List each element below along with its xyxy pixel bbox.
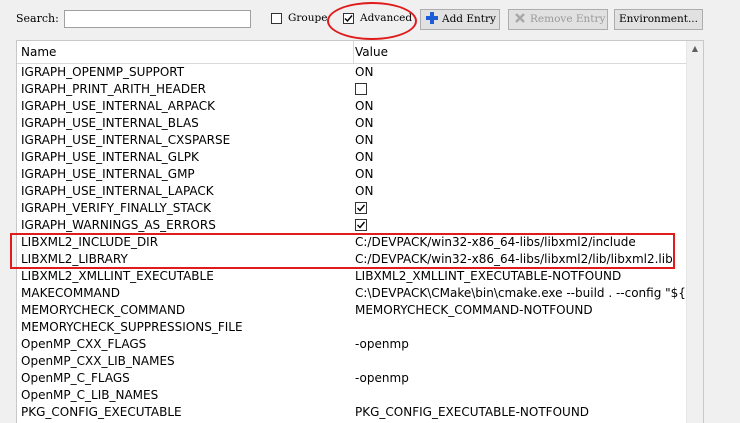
row-name: MEMORYCHECK_COMMAND [21,303,186,317]
row-name: IGRAPH_USE_INTERNAL_BLAS [21,116,199,130]
row-value[interactable]: LIBXML2_XMLLINT_EXECUTABLE-NOTFOUND [355,268,687,285]
advanced-checkbox[interactable] [343,13,354,24]
environment-button[interactable]: Environment... [614,9,703,30]
grouped-label: Groupe [288,12,328,24]
table-body: IGRAPH_OPENMP_SUPPORT ON IGRAPH_PRINT_ARIT… [17,64,689,421]
grouped-checkbox[interactable] [271,13,282,24]
row-value[interactable]: ON [355,64,687,81]
row-name: LIBXML2_LIBRARY [21,252,128,266]
row-name: OpenMP_CXX_LIB_NAMES [21,354,175,368]
row-value[interactable]: ON [355,149,687,166]
row-name: IGRAPH_OPENMP_SUPPORT [21,65,185,79]
add-entry-label: Add Entry [442,13,496,25]
table-row[interactable]: IGRAPH_PRINT_ARITH_HEADER [17,81,689,98]
advanced-label: Advanced [360,12,413,24]
row-value[interactable]: C:/DEVPACK/win32-x86_64-libs/libxml2/inc… [355,234,687,251]
column-header-value[interactable]: Value [351,41,685,63]
table-row[interactable]: OpenMP_CXX_LIB_NAMES [17,353,689,370]
table-row[interactable]: IGRAPH_USE_INTERNAL_BLAS ON [17,115,689,132]
row-value[interactable] [355,319,687,336]
value-checkbox[interactable] [355,219,367,231]
row-name: OpenMP_C_FLAGS [21,371,130,385]
row-value[interactable]: -openmp [355,336,687,353]
row-name: IGRAPH_USE_INTERNAL_GLPK [21,150,199,164]
row-value[interactable]: C:\DEVPACK\CMake\bin\cmake.exe --build .… [355,285,687,302]
row-value[interactable]: ON [355,166,687,183]
search-input[interactable] [64,10,251,28]
row-value[interactable]: PKG_CONFIG_EXECUTABLE-NOTFOUND [355,404,687,421]
table-row[interactable]: IGRAPH_USE_INTERNAL_GLPK ON [17,149,689,166]
table-row[interactable]: IGRAPH_VERIFY_FINALLY_STACK [17,200,689,217]
row-name: MEMORYCHECK_SUPPRESSIONS_FILE [21,320,243,334]
table-row[interactable]: OpenMP_CXX_FLAGS -openmp [17,336,689,353]
table-row[interactable]: MEMORYCHECK_SUPPRESSIONS_FILE [17,319,689,336]
row-name: IGRAPH_PRINT_ARITH_HEADER [21,82,206,96]
cache-table: Name Value IGRAPH_OPENMP_SUPPORT ON IGRAPH… [16,40,704,423]
row-value[interactable]: ON [355,183,687,200]
row-value[interactable]: ON [355,98,687,115]
table-row[interactable]: OpenMP_C_FLAGS -openmp [17,370,689,387]
table-row[interactable]: IGRAPH_USE_INTERNAL_CXSPARSE ON [17,132,689,149]
table-row[interactable]: LIBXML2_LIBRARY C:/DEVPACK/win32-x86_64-l… [17,251,689,268]
add-entry-button[interactable]: Add Entry [420,9,500,30]
row-name: IGRAPH_USE_INTERNAL_ARPACK [21,99,216,113]
row-name: IGRAPH_USE_INTERNAL_CXSPARSE [21,133,231,147]
row-name: OpenMP_C_LIB_NAMES [21,388,159,402]
toolbar: Search: Groupe Advanced Add Entry Remove… [0,0,740,40]
remove-entry-label: Remove Entry [530,13,606,25]
plus-icon [425,11,439,25]
row-name: IGRAPH_USE_INTERNAL_LAPACK [21,184,214,198]
row-value[interactable]: ON [355,132,687,149]
row-value-checkbox[interactable] [355,81,687,98]
table-header: Name Value [17,41,689,64]
row-name: IGRAPH_USE_INTERNAL_GMP [21,167,195,181]
table-row[interactable]: MEMORYCHECK_COMMAND MEMORYCHECK_COMMAND-N… [17,302,689,319]
row-name: PKG_CONFIG_EXECUTABLE [21,405,182,419]
table-row[interactable]: LIBXML2_XMLLINT_EXECUTABLE LIBXML2_XMLLIN… [17,268,689,285]
arrow-up-icon[interactable]: ▲ [687,41,703,57]
checkmark-icon [344,15,353,23]
row-value[interactable] [355,387,687,404]
row-value-checkbox[interactable] [355,200,687,217]
row-name: IGRAPH_VERIFY_FINALLY_STACK [21,201,212,215]
table-row[interactable]: MAKECOMMAND C:\DEVPACK\CMake\bin\cmake.ex… [17,285,689,302]
table-row[interactable]: PKG_CONFIG_EXECUTABLE PKG_CONFIG_EXECUTAB… [17,404,689,421]
row-value[interactable]: C:/DEVPACK/win32-x86_64-libs/libxml2/lib… [355,251,687,268]
value-checkbox[interactable] [355,83,367,95]
row-value-checkbox[interactable] [355,217,687,234]
row-name: IGRAPH_WARNINGS_AS_ERRORS [21,218,216,232]
row-name: LIBXML2_XMLLINT_EXECUTABLE [21,269,214,283]
row-value[interactable] [355,353,687,370]
row-name: LIBXML2_INCLUDE_DIR [21,235,159,249]
remove-entry-button[interactable]: Remove Entry [508,9,608,30]
value-checkbox[interactable] [355,202,367,214]
table-row[interactable]: OpenMP_C_LIB_NAMES [17,387,689,404]
x-icon [513,11,527,25]
row-value[interactable]: MEMORYCHECK_COMMAND-NOTFOUND [355,302,687,319]
checkmark-icon [357,204,366,212]
search-label: Search: [16,12,59,25]
table-row[interactable]: IGRAPH_USE_INTERNAL_LAPACK ON [17,183,689,200]
table-row[interactable]: IGRAPH_WARNINGS_AS_ERRORS [17,217,689,234]
row-value[interactable]: ON [355,115,687,132]
table-row[interactable]: LIBXML2_INCLUDE_DIR C:/DEVPACK/win32-x86_… [17,234,689,251]
table-row[interactable]: IGRAPH_USE_INTERNAL_GMP ON [17,166,689,183]
column-header-name[interactable]: Name [17,41,354,63]
checkmark-icon [357,221,366,229]
environment-label: Environment... [619,13,698,25]
row-value[interactable]: -openmp [355,370,687,387]
table-row[interactable]: IGRAPH_USE_INTERNAL_ARPACK ON [17,98,689,115]
vertical-scrollbar[interactable]: ▲ [686,41,703,423]
row-name: MAKECOMMAND [21,286,120,300]
row-name: OpenMP_CXX_FLAGS [21,337,147,351]
table-row[interactable]: IGRAPH_OPENMP_SUPPORT ON [17,64,689,81]
